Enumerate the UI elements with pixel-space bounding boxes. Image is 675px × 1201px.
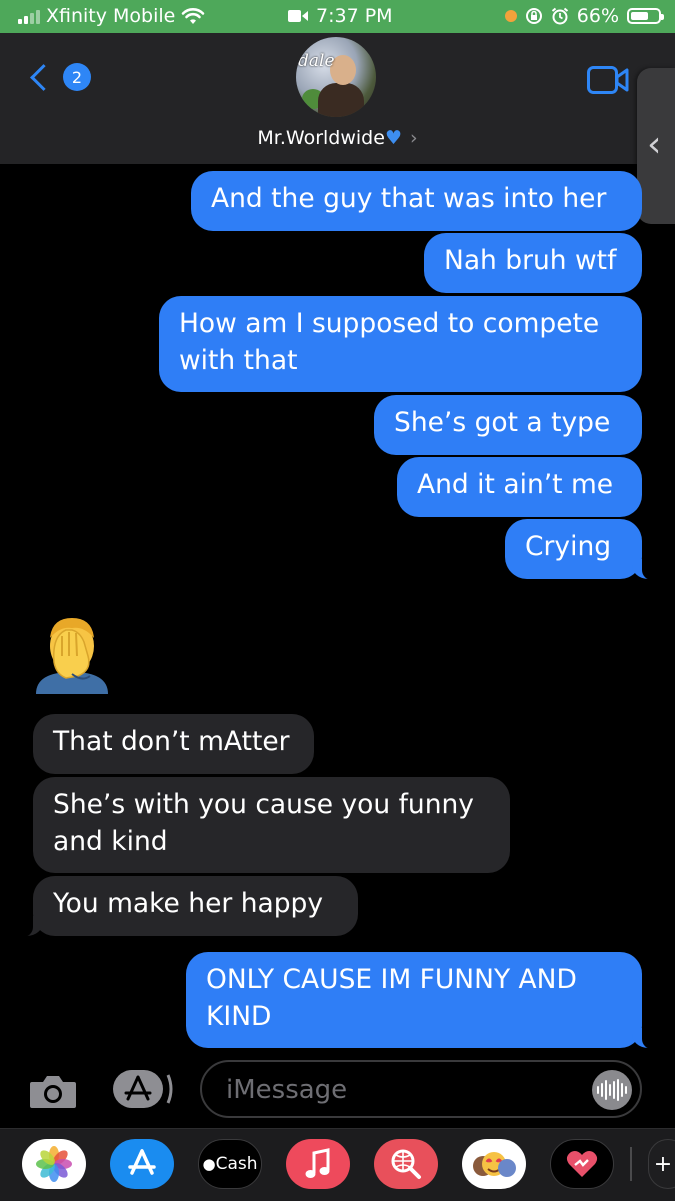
app-store-app-button[interactable]: [110, 1139, 174, 1189]
message-bubble[interactable]: And the guy that was into her: [191, 171, 642, 231]
photos-app-button[interactable]: [22, 1139, 86, 1189]
chevron-left-icon: ‹: [647, 124, 662, 165]
chevron-left-icon: [30, 63, 57, 91]
video-camera-icon[interactable]: [587, 66, 629, 94]
avatar-tag-text: dale: [298, 51, 335, 71]
music-app-button[interactable]: [286, 1139, 350, 1189]
contact-avatar[interactable]: dale: [296, 37, 376, 117]
message-text: Crying: [525, 531, 612, 562]
plus-icon: +: [653, 1151, 673, 1177]
message-text-line: KIND: [206, 1001, 272, 1032]
message-bubble[interactable]: ONLY CAUSE IM FUNNY AND KIND: [186, 952, 662, 1049]
more-apps-button[interactable]: +: [648, 1139, 675, 1189]
message-text: And it ain’t me: [417, 469, 614, 500]
imessage-placeholder: iMessage: [226, 1075, 348, 1105]
camera-icon[interactable]: [28, 1072, 78, 1110]
music-icon: [305, 1148, 330, 1178]
audio-message-button[interactable]: [592, 1070, 632, 1110]
message-text-line: and kind: [53, 826, 168, 857]
message-bubble[interactable]: How am I supposed to compete with that: [159, 296, 642, 392]
battery-percent: 66%: [576, 5, 619, 27]
contact-name-button[interactable]: Mr.Worldwide♥ ›: [0, 127, 675, 149]
message-text-line: How am I supposed to compete: [179, 308, 600, 339]
message-text-line: She’s with you cause you funny: [53, 789, 474, 820]
apple-cash-app-button[interactable]: ● Cash: [198, 1139, 262, 1189]
chevron-right-icon: ›: [409, 127, 418, 149]
heart-app-icon: [566, 1151, 598, 1177]
message-bubble[interactable]: You make her happy: [13, 876, 358, 937]
heart-sticker-app-button[interactable]: [550, 1139, 614, 1189]
memoji-app-button[interactable]: [462, 1139, 526, 1189]
photos-icon: [36, 1146, 72, 1182]
message-text: You make her happy: [53, 888, 324, 919]
message-text-line: with that: [179, 345, 298, 376]
web-search-app-button[interactable]: [374, 1139, 438, 1189]
message-text-line: ONLY CAUSE IM FUNNY AND: [206, 964, 577, 995]
alarm-icon: [551, 7, 568, 25]
web-search-icon: [391, 1149, 421, 1179]
message-input-bar: iMessage: [0, 1050, 675, 1128]
message-bubble[interactable]: And it ain’t me: [397, 457, 642, 517]
app-store-button-icon[interactable]: [112, 1069, 174, 1109]
clock-time: 7:37 PM: [316, 5, 393, 27]
message-text: And the guy that was into her: [211, 183, 607, 214]
message-bubble[interactable]: Crying: [505, 519, 662, 580]
message-bubble[interactable]: Nah bruh wtf: [424, 233, 642, 293]
message-bubble[interactable]: That don’t mAtter: [33, 714, 314, 774]
message-text: She’s got a type: [394, 407, 611, 438]
apple-logo-icon: ●: [202, 1155, 216, 1173]
orientation-lock-icon: [525, 8, 542, 24]
unread-count-badge: 2: [63, 63, 91, 91]
app-drawer: ● Cash +: [0, 1128, 675, 1201]
side-drawer-handle[interactable]: ‹: [637, 68, 675, 224]
message-text: That don’t mAtter: [53, 726, 290, 757]
conversation-header: 2 dale Mr.Worldwide♥ ›: [0, 33, 675, 164]
app-drawer-separator: [630, 1147, 632, 1181]
clock-group: 7:37 PM: [288, 5, 393, 27]
carrier-name: Xfinity Mobile: [46, 5, 176, 27]
app-store-icon: [128, 1149, 156, 1175]
message-bubble[interactable]: She’s got a type: [374, 395, 642, 455]
memoji-icon: [473, 1152, 516, 1177]
status-right: 66%: [504, 5, 664, 27]
imessage-input[interactable]: iMessage: [200, 1060, 642, 1118]
battery-fill: [631, 12, 649, 20]
contact-name: Mr.Worldwide: [257, 127, 385, 149]
face-palm-emoji[interactable]: [32, 612, 112, 694]
message-text: Nah bruh wtf: [444, 245, 617, 276]
signal-bars-icon: [18, 8, 40, 24]
wifi-icon: [182, 8, 205, 24]
blue-heart-icon: ♥: [384, 127, 402, 149]
cash-label: Cash: [215, 1154, 258, 1174]
message-bubble[interactable]: She’s with you cause you funny and kind: [33, 777, 510, 873]
mic-in-use-dot-icon: [504, 10, 517, 22]
screen-record-icon: [288, 10, 308, 22]
battery-icon: [627, 8, 664, 24]
status-bar: Xfinity Mobile 7:37 PM 66%: [0, 0, 675, 33]
back-button[interactable]: 2: [24, 63, 91, 91]
carrier-group: Xfinity Mobile: [18, 5, 205, 27]
